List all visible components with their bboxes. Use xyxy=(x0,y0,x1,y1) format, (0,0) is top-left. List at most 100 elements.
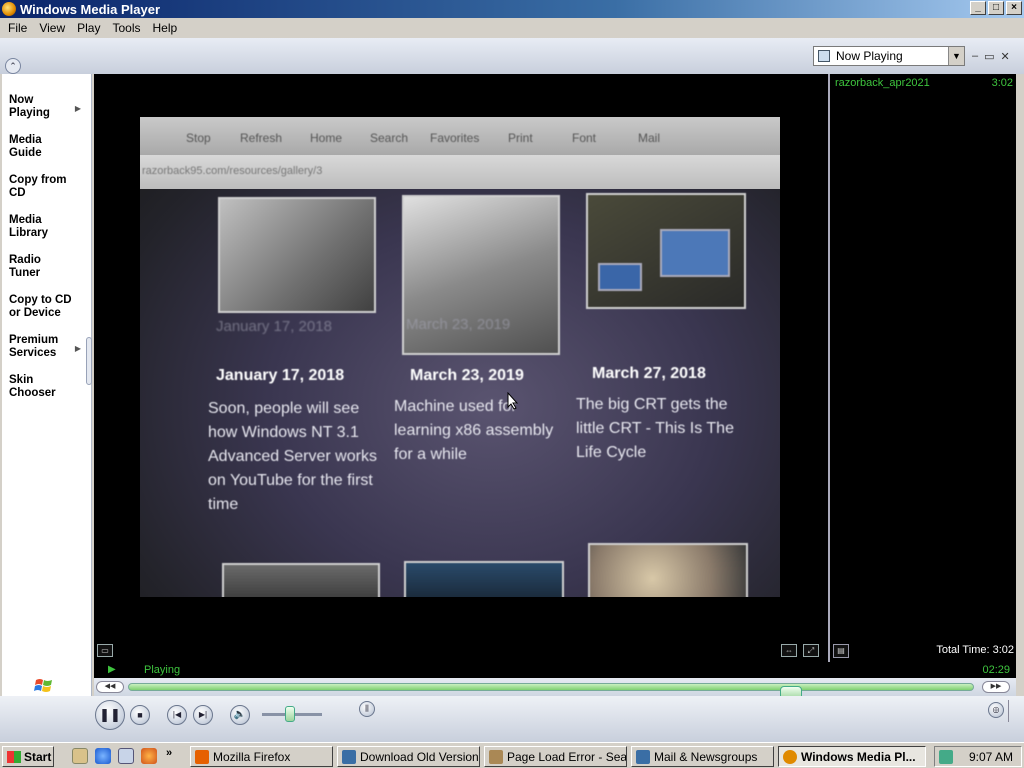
video-thumbnail xyxy=(222,563,380,597)
sidebar-item-premium-services[interactable]: Premium Services ▶ xyxy=(2,314,91,359)
now-playing-value: Now Playing xyxy=(836,49,903,63)
player-minimize-button[interactable]: – xyxy=(972,50,978,63)
next-button[interactable]: ▶| xyxy=(193,705,213,725)
video-card-caption: Machine used for learning x86 assembly f… xyxy=(394,398,554,463)
stop-button[interactable]: ■ xyxy=(130,705,150,725)
video-toolbar-label: Refresh xyxy=(240,131,283,145)
now-playing-icon xyxy=(818,50,830,62)
fit-video-button[interactable]: ⇔ xyxy=(781,644,797,657)
equalizer-button[interactable]: ⫼ xyxy=(359,701,375,717)
full-screen-button[interactable]: ⤢ xyxy=(803,644,819,657)
video-url: razorback95.com/resources/gallery/3 xyxy=(142,165,323,177)
seek-bar-area: ◀◀ ▶▶ xyxy=(94,678,1016,700)
chevron-down-icon[interactable]: ▼ xyxy=(948,47,964,65)
taskbar-item-label: Mail & Newsgroups xyxy=(654,749,758,764)
sidebar-item-copy-to-cd[interactable]: Copy to CD or Device xyxy=(2,274,91,319)
video-address-bar: razorback95.com/resources/gallery/3 xyxy=(140,155,780,189)
video-toolbar-label: Home xyxy=(310,131,343,145)
menu-view[interactable]: View xyxy=(33,21,71,35)
window-title: Windows Media Player xyxy=(20,1,161,17)
windows-logo-icon xyxy=(34,679,52,692)
video-thumbnail xyxy=(404,561,564,597)
video-card-date: March 23, 2019 xyxy=(410,367,524,384)
browser-page-icon xyxy=(342,749,356,764)
video-ghost-date: January 17, 2018 xyxy=(216,318,332,335)
taskbar-item-label: Page Load Error - Sea... xyxy=(507,749,627,764)
sidebar-item-label: Premium xyxy=(9,334,59,346)
taskbar-item-page-load-error[interactable]: Page Load Error - Sea... xyxy=(484,746,627,767)
menu-play[interactable]: Play xyxy=(71,21,106,35)
sidebar-item-skin-chooser[interactable]: Skin Chooser xyxy=(2,354,91,399)
sidebar-item-media-guide[interactable]: Media Guide xyxy=(2,114,91,159)
player-close-button[interactable]: ✕ xyxy=(1001,50,1010,63)
playlist-item-duration: 3:02 xyxy=(991,77,1013,89)
video-toolbar-label: Favorites xyxy=(430,131,480,145)
sidebar-item-label: Skin xyxy=(9,374,34,386)
video-frame: Stop Refresh Home Search Favorites Print… xyxy=(140,117,780,597)
title-bar[interactable]: Windows Media Player _ □ × xyxy=(0,0,1024,18)
window-resize-grip[interactable] xyxy=(1008,700,1022,722)
pause-button[interactable]: ❚❚ xyxy=(95,700,125,730)
video-card-caption: The big CRT gets the little CRT - This I… xyxy=(576,396,734,461)
volume-handle[interactable] xyxy=(285,706,295,722)
sidebar-item-label: Media xyxy=(9,214,42,226)
menu-help[interactable]: Help xyxy=(147,21,184,35)
menu-tools[interactable]: Tools xyxy=(106,21,146,35)
transport-controls xyxy=(0,696,1024,742)
firefox-icon xyxy=(195,749,209,764)
seek-back-button[interactable]: ◀◀ xyxy=(96,681,124,693)
mute-button[interactable]: 🔈 xyxy=(230,705,250,725)
taskbar-item-windows-media-player[interactable]: Windows Media Pl... xyxy=(778,746,926,767)
playlist-item[interactable]: razorback_apr2021 3:02 xyxy=(835,77,1013,89)
window-controls: _ □ × xyxy=(970,1,1022,15)
video-toolbar-label: Stop xyxy=(186,131,211,145)
player-restore-button[interactable]: ▭ xyxy=(984,50,994,63)
taskbar-item-firefox[interactable]: Mozilla Firefox xyxy=(190,746,333,767)
show-desktop-icon[interactable] xyxy=(72,748,88,764)
elapsed-time[interactable]: 02:29 xyxy=(982,664,1010,676)
network-icon[interactable] xyxy=(118,748,134,764)
video-card-caption: Soon, people will see how Windows NT 3.1… xyxy=(208,400,377,513)
video-thumbnail-screen xyxy=(598,263,642,291)
quick-launch-more-icon[interactable]: » xyxy=(166,747,172,759)
seek-forward-button[interactable]: ▶▶ xyxy=(982,681,1010,693)
sidebar-item-now-playing[interactable]: Now Playing ▶ xyxy=(2,74,91,119)
sidebar-item-media-library[interactable]: Media Library xyxy=(2,194,91,239)
sidebar-item-copy-from-cd[interactable]: Copy from CD xyxy=(2,154,91,199)
start-label: Start xyxy=(24,749,52,764)
video-toolbar-label: Mail xyxy=(638,131,661,145)
previous-button[interactable]: |◀ xyxy=(167,705,187,725)
video-settings-button[interactable]: ▭ xyxy=(97,644,113,657)
clock[interactable]: 9:07 AM xyxy=(969,750,1013,764)
switch-to-skin-mode-button[interactable]: ◎ xyxy=(988,702,1004,718)
sidebar-item-label: Radio xyxy=(9,254,41,266)
start-button[interactable]: Start xyxy=(2,746,54,767)
taskbar-item-download-old-versions[interactable]: Download Old Versions... xyxy=(337,746,480,767)
sidebar-item-label: Media xyxy=(9,134,42,146)
tray-network-icon[interactable] xyxy=(939,750,953,764)
sidebar-item-label: Chooser xyxy=(9,387,56,399)
seek-bar[interactable] xyxy=(128,683,974,700)
minimize-button[interactable]: _ xyxy=(970,1,986,15)
video-card-date: January 17, 2018 xyxy=(216,367,345,384)
maximize-button[interactable]: □ xyxy=(988,1,1004,15)
playlist-item-name: razorback_apr2021 xyxy=(835,77,930,89)
now-playing-dropdown[interactable]: Now Playing ▼ xyxy=(813,46,965,66)
taskbar-item-label: Windows Media Pl... xyxy=(801,749,916,764)
video-ghost-date: March 23, 2019 xyxy=(406,316,511,333)
menu-bar: File View Play Tools Help xyxy=(0,18,1024,38)
playlist-options-button[interactable]: ▤ xyxy=(833,644,849,658)
sidebar-item-label: Now xyxy=(9,94,34,106)
hide-taskbar-button[interactable]: ⌃ xyxy=(5,58,21,74)
menu-file[interactable]: File xyxy=(2,21,33,35)
system-tray: 9:07 AM xyxy=(934,746,1022,767)
video-toolbar-label: Print xyxy=(508,131,533,145)
media-player-icon xyxy=(783,749,797,764)
taskbar-item-mail-newsgroups[interactable]: Mail & Newsgroups xyxy=(631,746,774,767)
taskbar-item-label: Download Old Versions... xyxy=(360,749,479,764)
sidebar-resize-handle[interactable] xyxy=(86,337,92,385)
firefox-icon[interactable] xyxy=(141,748,157,764)
internet-explorer-icon[interactable] xyxy=(95,748,111,764)
sidebar-item-radio-tuner[interactable]: Radio Tuner xyxy=(2,234,91,279)
close-button[interactable]: × xyxy=(1006,1,1022,15)
